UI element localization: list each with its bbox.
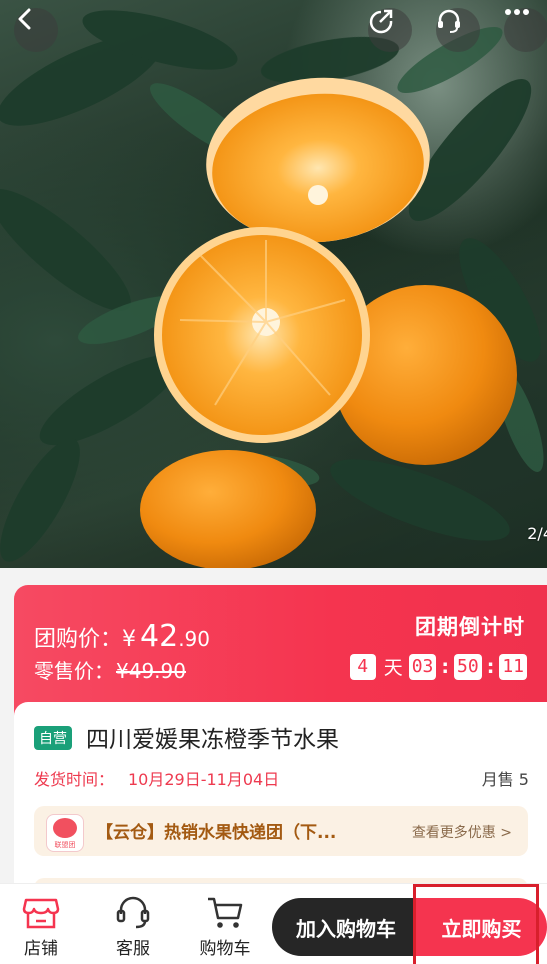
more-icon [505,9,529,15]
countdown-separator: : [486,655,495,678]
countdown-days: 4 [349,653,376,680]
group-logo-caption: 联盟团 [54,841,76,849]
share-button[interactable] [368,8,412,52]
add-to-cart-button[interactable]: 加入购物车 [272,898,420,956]
self-operated-badge: 自营 [34,726,72,750]
store-label: 店铺 [24,939,58,959]
buy-now-button[interactable]: 立即购买 [416,898,547,956]
cart-label: 购物车 [199,939,251,959]
store-icon [22,898,60,929]
bottom-action-bar: 店铺 客服 购物车 加入购物车 立即购买 [0,883,547,964]
service-tab[interactable]: 客服 [98,884,168,964]
group-logo-icon: 联盟团 [46,814,84,852]
countdown-separator: : [441,655,450,678]
countdown-minutes: 50 [454,653,482,680]
product-title: 四川爱媛果冻橙季节水果 [86,727,339,753]
group-price-label: 团购价： [34,627,123,652]
group-price-decimal: .90 [178,627,211,651]
more-button[interactable] [504,8,547,52]
cart-tab[interactable]: 购物车 [190,884,260,964]
countdown-title: 团期倒计时 [415,615,525,639]
headset-icon [438,9,460,33]
back-arrow-icon [18,8,31,30]
retail-price-value: ¥49.90 [116,659,186,683]
group-price-integer: 42 [140,619,179,654]
price-banner: 团购价： ¥ 42 .90 零售价： ¥49.90 团期倒计时 4 天 03 :… [14,585,547,720]
countdown-seconds: 11 [499,653,527,680]
customer-service-button[interactable] [436,8,480,52]
image-index: 2/4 [527,524,547,543]
countdown-hours: 03 [408,653,437,680]
retail-price-label: 零售价： [34,659,114,683]
product-info-card: 自营 四川爱媛果冻橙季节水果 发货时间： 10月29日-11月04日 月售 5 … [14,702,547,908]
back-button[interactable] [14,8,58,52]
retail-price: 零售价： ¥49.90 [34,655,186,684]
cart-icon [208,897,243,928]
view-more-offers-link[interactable]: 查看更多优惠 > [412,822,512,842]
group-price: 团购价： ¥ 42 .90 [34,619,210,654]
store-tab[interactable]: 店铺 [6,884,76,964]
countdown-timer: 4 天 03 : 50 : 11 [349,653,527,680]
ship-time-dates: 10月29日-11月04日 [128,770,280,789]
monthly-sales: 月售 5 [481,770,529,789]
share-icon [369,9,393,34]
oranges-photo [0,10,544,568]
ship-time-label: 发货时间： [34,770,115,789]
service-label: 客服 [116,939,150,959]
promo-text: 【云仓】热销水果快递团（下... [96,823,337,843]
product-image[interactable]: 2/4 [0,0,547,568]
countdown-day-unit: 天 [383,657,403,679]
group-price-currency: ¥ [122,627,137,652]
promo-banner[interactable]: 联盟团 【云仓】热销水果快递团（下... 查看更多优惠 > [34,806,528,856]
headset-icon [116,896,150,929]
